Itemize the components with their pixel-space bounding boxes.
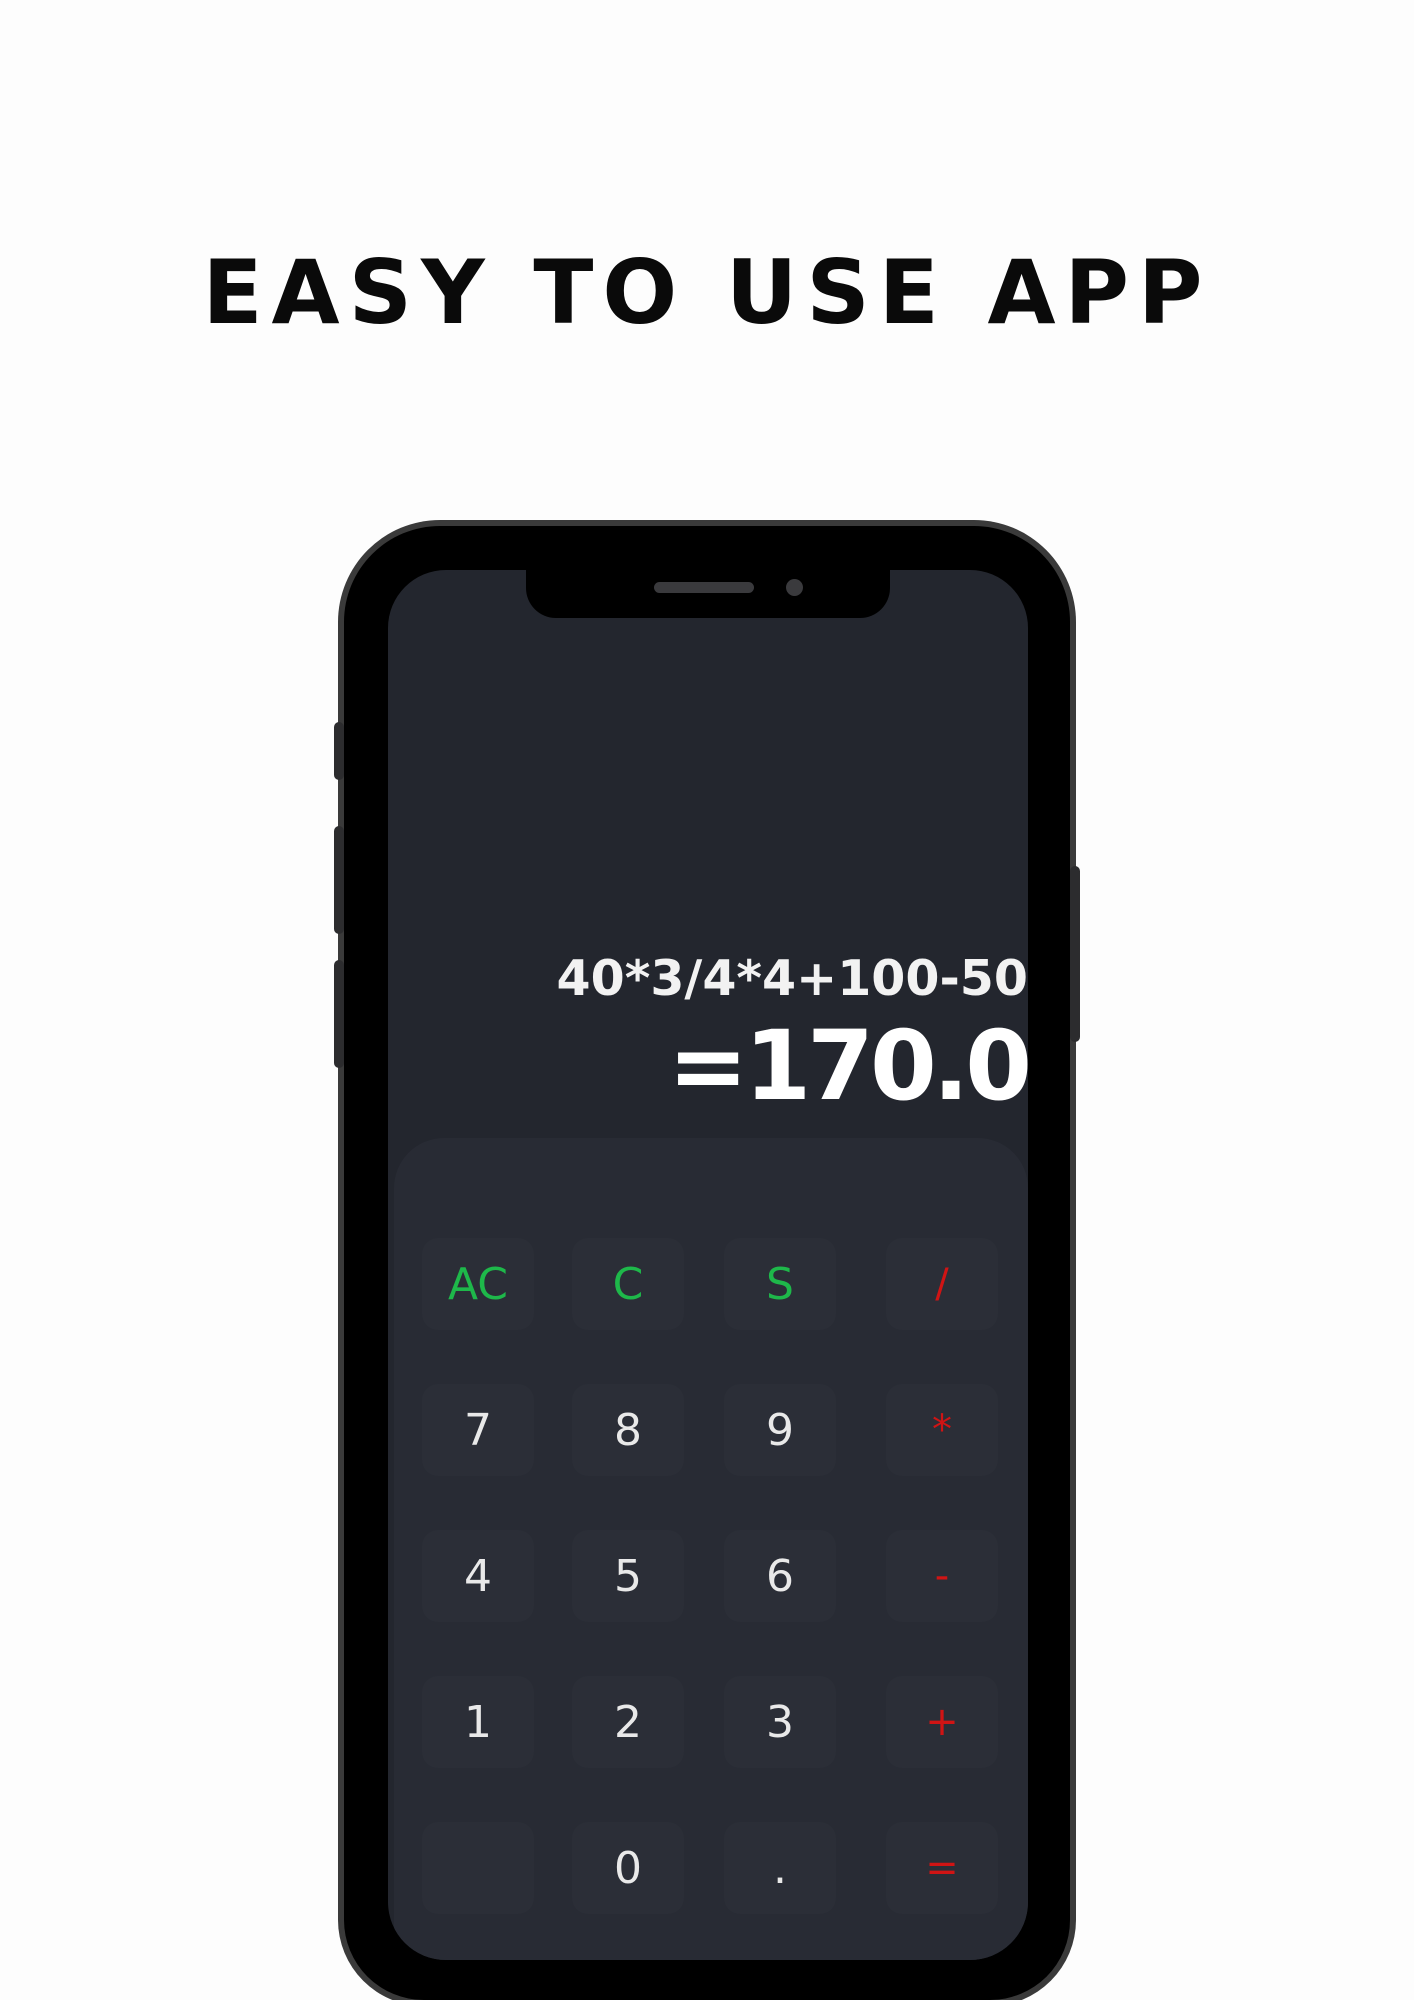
key-minus[interactable]: -	[886, 1530, 998, 1622]
key-multiply[interactable]: *	[886, 1384, 998, 1476]
key-7[interactable]: 7	[422, 1384, 534, 1476]
key-blank[interactable]	[422, 1822, 534, 1914]
key-8[interactable]: 8	[572, 1384, 684, 1476]
key-2[interactable]: 2	[572, 1676, 684, 1768]
key-all-clear[interactable]: AC	[422, 1238, 534, 1330]
calculator-screen: 40*3/4*4+100-50 =170.0 AC C S / 7 8 9 * …	[388, 570, 1028, 1960]
phone-frame: 40*3/4*4+100-50 =170.0 AC C S / 7 8 9 * …	[334, 526, 1080, 2000]
key-decimal[interactable]: .	[724, 1822, 836, 1914]
key-equals[interactable]: =	[886, 1822, 998, 1914]
phone-notch	[526, 570, 890, 618]
key-4[interactable]: 4	[422, 1530, 534, 1622]
key-9[interactable]: 9	[724, 1384, 836, 1476]
key-5[interactable]: 5	[572, 1530, 684, 1622]
key-s[interactable]: S	[724, 1238, 836, 1330]
expression-display: 40*3/4*4+100-50	[556, 950, 1028, 1007]
front-camera-icon	[786, 579, 803, 596]
key-3[interactable]: 3	[724, 1676, 836, 1768]
keypad: AC C S / 7 8 9 * 4 5 6 - 1 2 3 + 0 . =	[394, 1138, 1028, 1960]
key-0[interactable]: 0	[572, 1822, 684, 1914]
key-1[interactable]: 1	[422, 1676, 534, 1768]
volume-down-button	[334, 960, 344, 1068]
volume-up-button	[334, 826, 344, 934]
result-display: =170.0	[667, 1010, 1028, 1122]
key-divide[interactable]: /	[886, 1238, 998, 1330]
silent-switch	[334, 722, 344, 780]
power-button	[1070, 866, 1080, 1042]
key-6[interactable]: 6	[724, 1530, 836, 1622]
page-headline: EASY TO USE APP	[202, 241, 1212, 344]
speaker-grille	[654, 582, 754, 593]
key-clear[interactable]: C	[572, 1238, 684, 1330]
key-plus[interactable]: +	[886, 1676, 998, 1768]
